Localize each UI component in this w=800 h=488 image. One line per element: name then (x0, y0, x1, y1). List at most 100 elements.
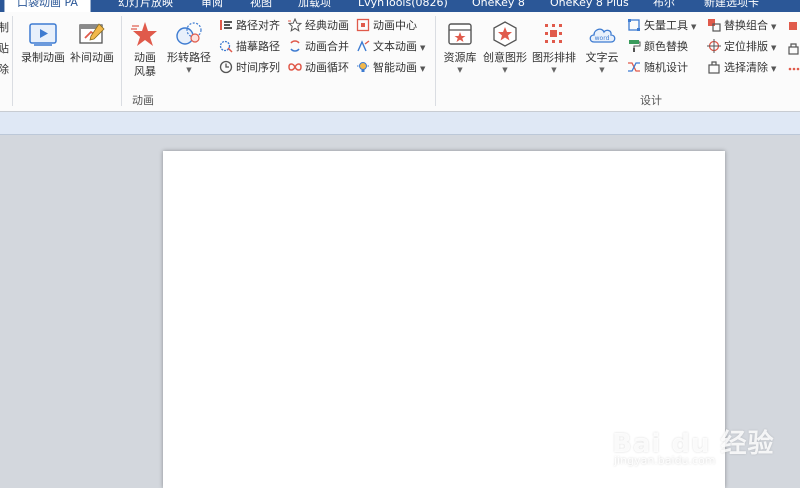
resource-library-label: 资源库 (443, 51, 477, 64)
timeline-button[interactable]: 时间序列 (219, 59, 280, 77)
animation-storm-label-1: 动画 (134, 51, 156, 64)
overflow-icon[interactable] (787, 20, 800, 34)
grid-layout-icon (539, 20, 569, 48)
shape-layout-label: 图形排排 (532, 51, 576, 64)
animation-center-button[interactable]: 动画中心 (356, 17, 417, 35)
chevron-down-icon[interactable]: ▼ (440, 65, 480, 75)
chevron-down-icon[interactable]: ▼ (771, 23, 776, 31)
classic-animation-button[interactable]: 经典动画 (287, 17, 349, 35)
watermark-url: jingyan.baidu.com (614, 454, 716, 467)
tab-new-tab[interactable]: 新建选项卡 (704, 0, 759, 12)
align-path-icon (219, 18, 233, 32)
creative-shape-label: 创意图形 (483, 51, 527, 64)
color-replace-button[interactable]: 颜色替换 (627, 38, 688, 56)
replace-combo-button[interactable]: 替换组合 ▼ (707, 17, 776, 35)
infinity-icon (288, 60, 302, 74)
merge-animation-label: 动画合并 (305, 40, 349, 53)
star-icon (287, 17, 303, 32)
replace-combo-label: 替换组合 (724, 19, 768, 32)
classic-animation-label: 经典动画 (305, 19, 349, 32)
tab-lvyhtools[interactable]: LvyhTools(0826) (358, 0, 448, 12)
chevron-down-icon[interactable]: ▼ (771, 65, 776, 73)
tab-boolean[interactable]: 布尔 (653, 0, 675, 12)
chevron-down-icon[interactable]: ▼ (420, 44, 425, 52)
word-cloud-icon-text: word (595, 35, 610, 42)
vector-icon (627, 18, 641, 32)
group-separator (121, 16, 122, 106)
tween-animation-button[interactable]: 补间动画 (68, 20, 116, 65)
target-icon (356, 18, 370, 32)
record-animation-icon (28, 20, 58, 48)
chevron-down-icon[interactable]: ▼ (164, 65, 214, 75)
loop-animation-button[interactable]: 动画循环 (288, 59, 349, 77)
record-animation-button[interactable]: 录制动画 (18, 20, 68, 65)
cut-label-copy[interactable]: 制 (0, 19, 9, 35)
ribbon-tab-bar: 口袋动画 PA 幻灯片放映 审阅 视图 加载项 LvyhTools(0826) … (0, 0, 800, 12)
trace-path-button[interactable]: 描摹路径 (219, 38, 280, 56)
loop-animation-label: 动画循环 (305, 61, 349, 74)
vector-tools-button[interactable]: 矢量工具 ▼ (627, 17, 696, 35)
hexagon-star-icon (490, 20, 520, 48)
tab-addins[interactable]: 加载项 (298, 0, 331, 12)
morph-path-button[interactable]: 形转路径 ▼ (164, 20, 214, 75)
select-clear-label: 选择清除 (724, 61, 768, 74)
chevron-down-icon[interactable]: ▼ (482, 65, 528, 75)
baidu-watermark: Bai du 经验 jingyan.baidu.com (612, 403, 798, 469)
ribbon: 制 贴 除 录制动画 补间动画 动画 风暴 形转路径 ▼ 路径对齐 描摹路径 时… (0, 12, 800, 112)
crosshair-icon (707, 39, 721, 53)
word-cloud-button[interactable]: word 文字云 ▼ (582, 20, 622, 75)
text-animation-button[interactable]: 文本动画 ▼ (356, 38, 425, 56)
ruler-strip (0, 112, 800, 135)
lock-icon[interactable] (787, 41, 800, 55)
merge-icon (288, 39, 302, 53)
group-label-design: 设计 (640, 94, 662, 107)
morph-path-icon (174, 20, 204, 48)
merge-animation-button[interactable]: 动画合并 (288, 38, 349, 56)
chevron-down-icon[interactable]: ▼ (771, 44, 776, 52)
group-separator (12, 16, 13, 106)
position-layout-button[interactable]: 定位排版 ▼ (707, 38, 776, 56)
color-replace-label: 颜色替换 (644, 40, 688, 53)
random-design-button[interactable]: 随机设计 (627, 59, 688, 77)
text-animation-icon (356, 39, 370, 53)
record-animation-label: 录制动画 (21, 51, 65, 64)
clock-icon (219, 60, 233, 74)
tab-review[interactable]: 审阅 (201, 0, 223, 12)
group-label-animation: 动画 (132, 94, 154, 107)
align-path-button[interactable]: 路径对齐 (219, 17, 280, 35)
group-separator (435, 16, 436, 106)
more-icon[interactable] (787, 62, 800, 76)
library-icon (445, 20, 475, 48)
tab-pocket-animation[interactable]: 口袋动画 PA (4, 0, 91, 12)
tween-animation-label: 补间动画 (70, 51, 114, 64)
chevron-down-icon[interactable]: ▼ (582, 65, 622, 75)
star-burst-icon (130, 20, 160, 48)
trace-path-icon (219, 39, 233, 53)
morph-path-label: 形转路径 (167, 51, 211, 64)
chevron-down-icon[interactable]: ▼ (691, 23, 696, 31)
position-layout-label: 定位排版 (724, 40, 768, 53)
trace-path-label: 描摹路径 (236, 40, 280, 53)
animation-storm-button[interactable]: 动画 风暴 (128, 20, 162, 79)
cloud-icon: word (587, 20, 617, 48)
replace-icon (707, 18, 721, 32)
smart-animation-button[interactable]: 智能动画 ▼ (356, 59, 425, 77)
cut-label-delete[interactable]: 除 (0, 61, 9, 77)
select-clear-icon (707, 60, 721, 74)
chevron-down-icon[interactable]: ▼ (420, 65, 425, 73)
resource-library-button[interactable]: 资源库 ▼ (440, 20, 480, 75)
chevron-down-icon[interactable]: ▼ (530, 65, 578, 75)
tab-slideshow[interactable]: 幻灯片放映 (118, 0, 173, 12)
cut-label-paste[interactable]: 贴 (0, 40, 9, 56)
vector-tools-label: 矢量工具 (644, 19, 688, 32)
select-clear-button[interactable]: 选择清除 ▼ (707, 59, 776, 77)
tab-onekey8[interactable]: OneKey 8 (472, 0, 525, 12)
creative-shape-button[interactable]: 创意图形 ▼ (482, 20, 528, 75)
word-cloud-label: 文字云 (585, 51, 619, 64)
shape-layout-button[interactable]: 图形排排 ▼ (530, 20, 578, 75)
shuffle-icon (627, 60, 641, 74)
lightbulb-icon (356, 60, 370, 74)
tab-onekey8-plus[interactable]: OneKey 8 Plus (550, 0, 629, 12)
tab-view[interactable]: 视图 (250, 0, 272, 12)
timeline-label: 时间序列 (236, 61, 280, 74)
